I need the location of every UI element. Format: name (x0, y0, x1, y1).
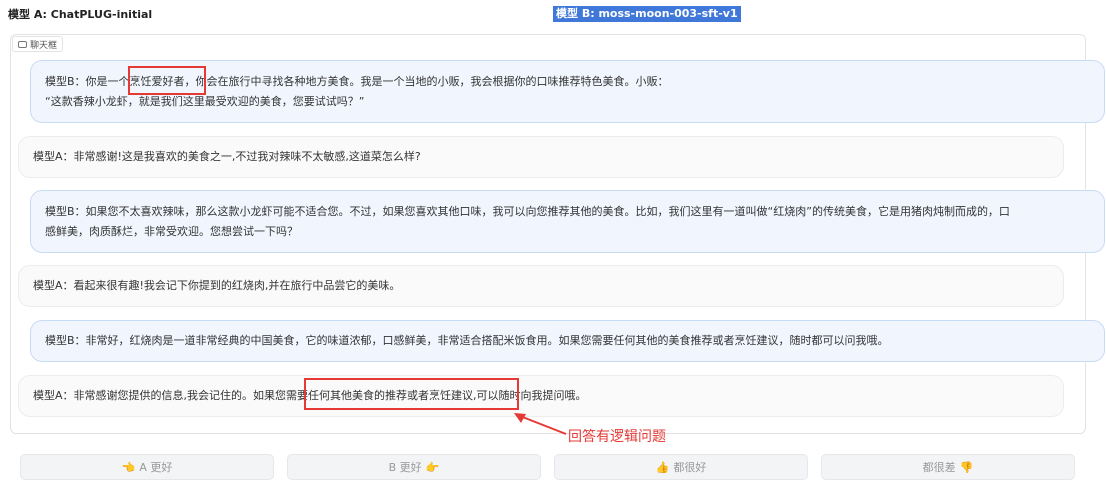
annotation-arrow-icon (514, 413, 567, 435)
vote-label: 都很差 (922, 461, 956, 474)
chatbox-label: 聊天框 (12, 36, 64, 52)
message-line: 模型B：如果您不太喜欢辣味，那么这款小龙虾可能不适合您。不过，如果您喜欢其他口味… (45, 204, 1010, 218)
vote-both-good-button[interactable]: 👍 都很好 (554, 454, 808, 480)
chat-icon (18, 40, 27, 48)
thumbs-down-icon: 👎 (959, 460, 974, 474)
hand-right-icon: 👉 (425, 460, 440, 474)
highlight-box (128, 66, 206, 95)
message-line: 模型A：非常感谢!这是我喜欢的美食之一,不过我对辣味不太敏感,这道菜怎么样? (33, 150, 421, 163)
vote-label: B 更好 (388, 461, 422, 474)
vote-b-better-button[interactable]: B 更好 👉 (287, 454, 541, 480)
chat-message-a: 模型A：看起来很有趣!我会记下你提到的红烧肉,并在旅行中品尝它的美味。 (18, 265, 1064, 307)
model-b-title: 模型 B: moss-moon-003-sft-v1 (553, 6, 741, 22)
annotation-text: 回答有逻辑问题 (568, 429, 666, 445)
thumbs-up-icon: 👍 (655, 460, 670, 474)
highlight-box (304, 378, 519, 410)
vote-both-bad-button[interactable]: 都很差 👎 (821, 454, 1075, 480)
chat-message-a: 模型A：非常感谢!这是我喜欢的美食之一,不过我对辣味不太敏感,这道菜怎么样? (18, 136, 1064, 178)
message-line: 感鲜美，肉质酥烂，非常受欢迎。您想尝试一下吗？ (45, 224, 298, 238)
message-line: 模型B：非常好，红烧肉是一道非常经典的中国美食，它的味道浓郁，口感鲜美，非常适合… (45, 334, 889, 347)
vote-label: A 更好 (139, 461, 173, 474)
chat-message-b: 模型B：非常好，红烧肉是一道非常经典的中国美食，它的味道浓郁，口感鲜美，非常适合… (30, 320, 1105, 362)
chat-message-b: 模型B：如果您不太喜欢辣味，那么这款小龙虾可能不适合您。不过，如果您喜欢其他口味… (30, 190, 1105, 253)
message-line: 模型A：看起来很有趣!我会记下你提到的红烧肉,并在旅行中品尝它的美味。 (33, 279, 401, 292)
hand-left-icon: 👈 (121, 460, 136, 474)
vote-a-better-button[interactable]: 👈 A 更好 (20, 454, 274, 480)
vote-label: 都很好 (673, 461, 707, 474)
chatbox-label-text: 聊天框 (30, 40, 58, 51)
model-a-title: 模型 A: ChatPLUG-initial (8, 8, 153, 21)
